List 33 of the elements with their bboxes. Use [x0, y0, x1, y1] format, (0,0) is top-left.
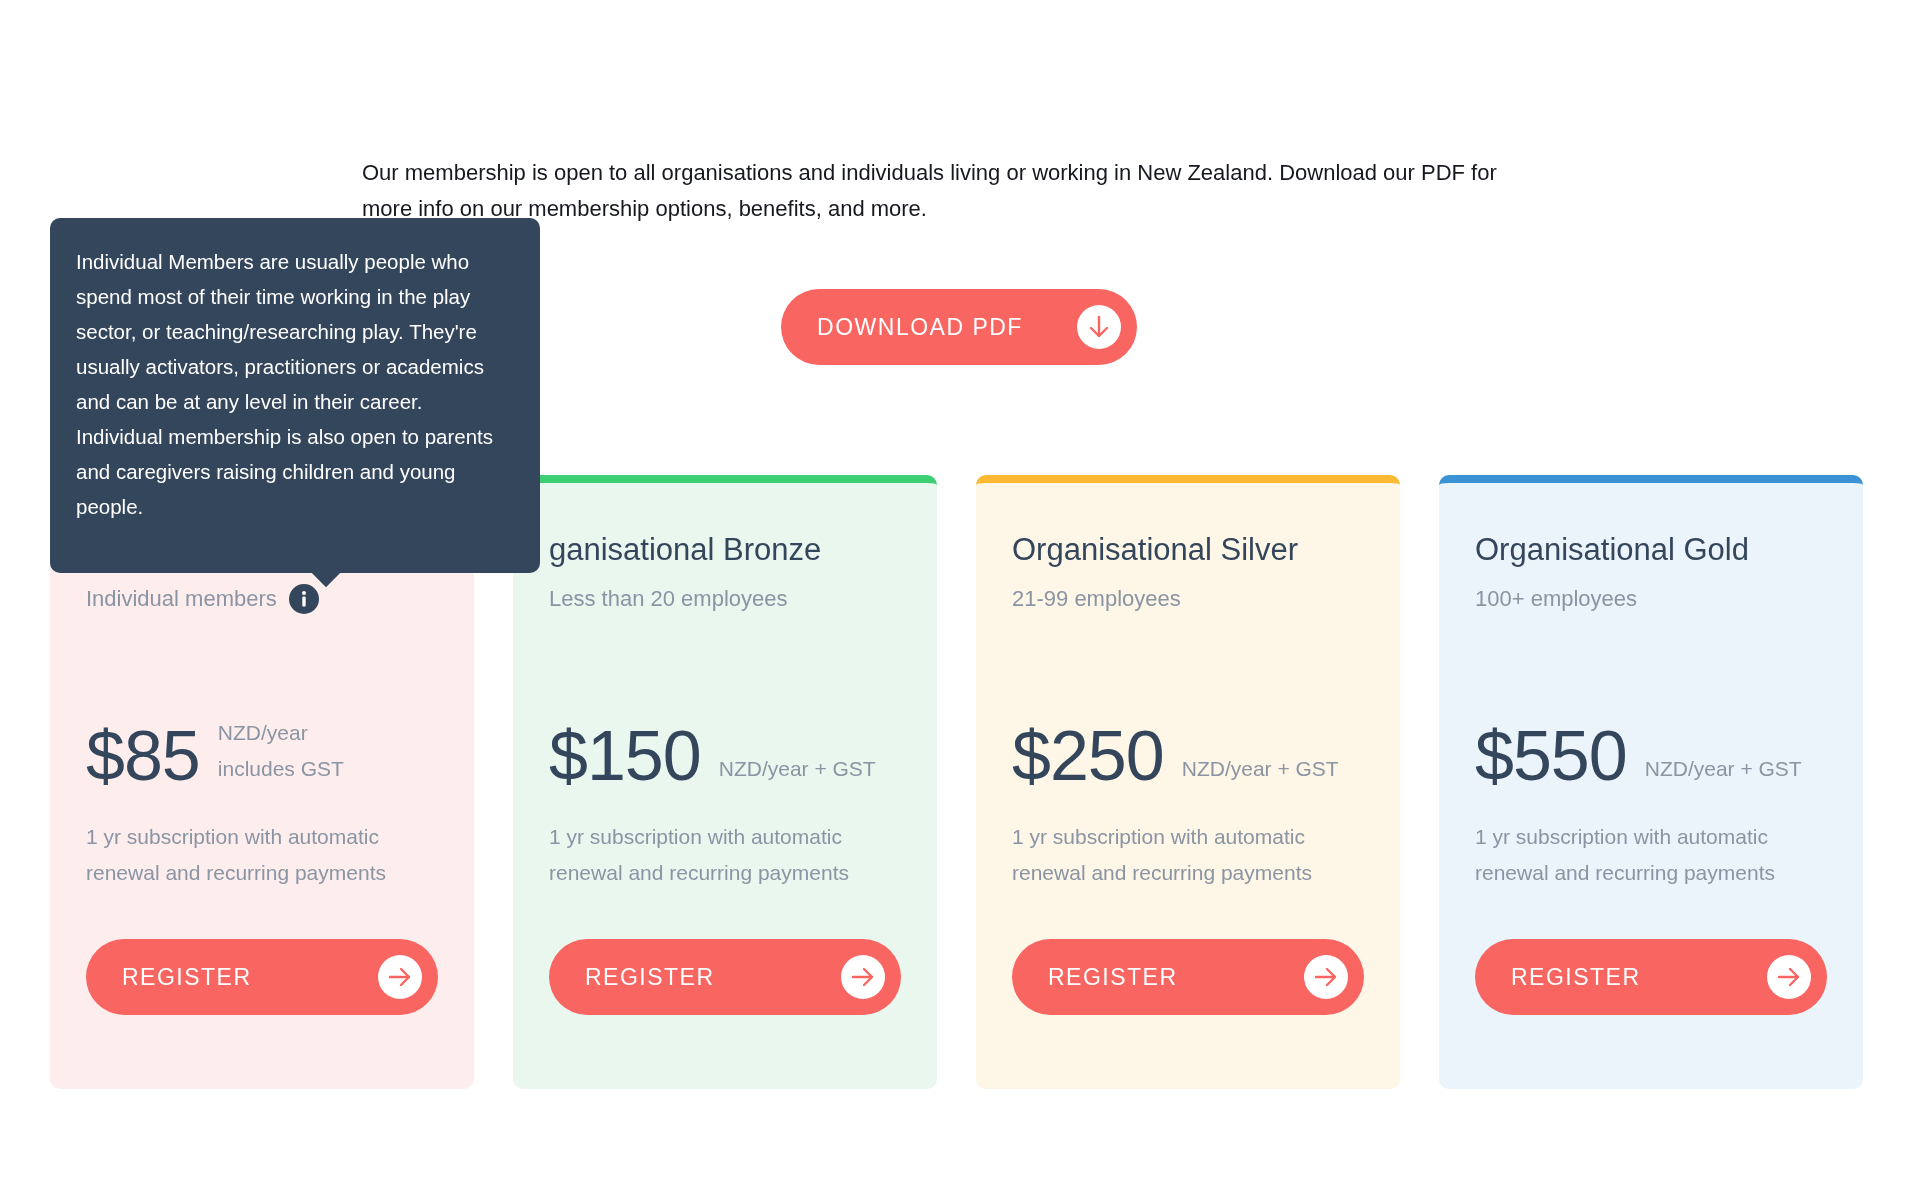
price-unit: NZD/year + GST: [1644, 756, 1802, 782]
plan-price: $150: [549, 721, 701, 791]
intro-text: Our membership is open to all organisations and individuals living or working in New Zealand. Download our PDF for more info on our membership options, benefits, and more.: [362, 159, 1498, 223]
info-icon[interactable]: [288, 584, 319, 614]
price-unit: includes GST: [217, 756, 344, 782]
tooltip-text: Individual Members are usually people who spend most of their time working in the play sector, or teaching/researching play. They're usually activators, practitioners or academics and can be at any level in their career. Individual membership is also open to parents and caregivers raising children and young people.: [76, 249, 495, 520]
download-icon: [1076, 305, 1121, 349]
plan-description: 1 yr subscription with automatic renewal and recurring payments: [1475, 824, 1776, 886]
arrow-right-icon: [1304, 955, 1348, 999]
plan-description: 1 yr subscription with automatic renewal and recurring payments: [86, 824, 387, 886]
plan-price: $550: [1475, 721, 1627, 791]
plan-price: $85: [86, 721, 200, 791]
register-button[interactable]: REGISTER: [549, 939, 901, 1015]
price-unit: NZD/year: [217, 720, 309, 746]
register-button[interactable]: REGISTER: [1475, 939, 1827, 1015]
arrow-right-icon: [841, 955, 885, 999]
arrow-right-icon: [1767, 955, 1811, 999]
plan-title: Organisational Silver: [1012, 532, 1299, 568]
plan-subtitle: Less than 20 employees: [549, 586, 788, 612]
plan-description: 1 yr subscription with automatic renewal and recurring payments: [1012, 824, 1313, 886]
price-unit: NZD/year + GST: [1181, 756, 1339, 782]
register-button[interactable]: REGISTER: [86, 939, 438, 1015]
plan-price: $250: [1012, 721, 1164, 791]
plan-subtitle: 100+ employees: [1475, 586, 1638, 612]
plan-description: 1 yr subscription with automatic renewal and recurring payments: [549, 824, 850, 886]
download-pdf-button[interactable]: DOWNLOAD PDF: [781, 289, 1137, 365]
arrow-right-icon: [378, 955, 422, 999]
price-unit: NZD/year + GST: [718, 756, 876, 782]
register-button[interactable]: REGISTER: [1012, 939, 1364, 1015]
plan-subtitle: Individual members: [86, 586, 277, 612]
plan-subtitle: 21-99 employees: [1012, 586, 1181, 612]
plan-title: Organisational Gold: [1475, 532, 1749, 568]
plan-title: ganisational Bronze: [549, 532, 822, 568]
